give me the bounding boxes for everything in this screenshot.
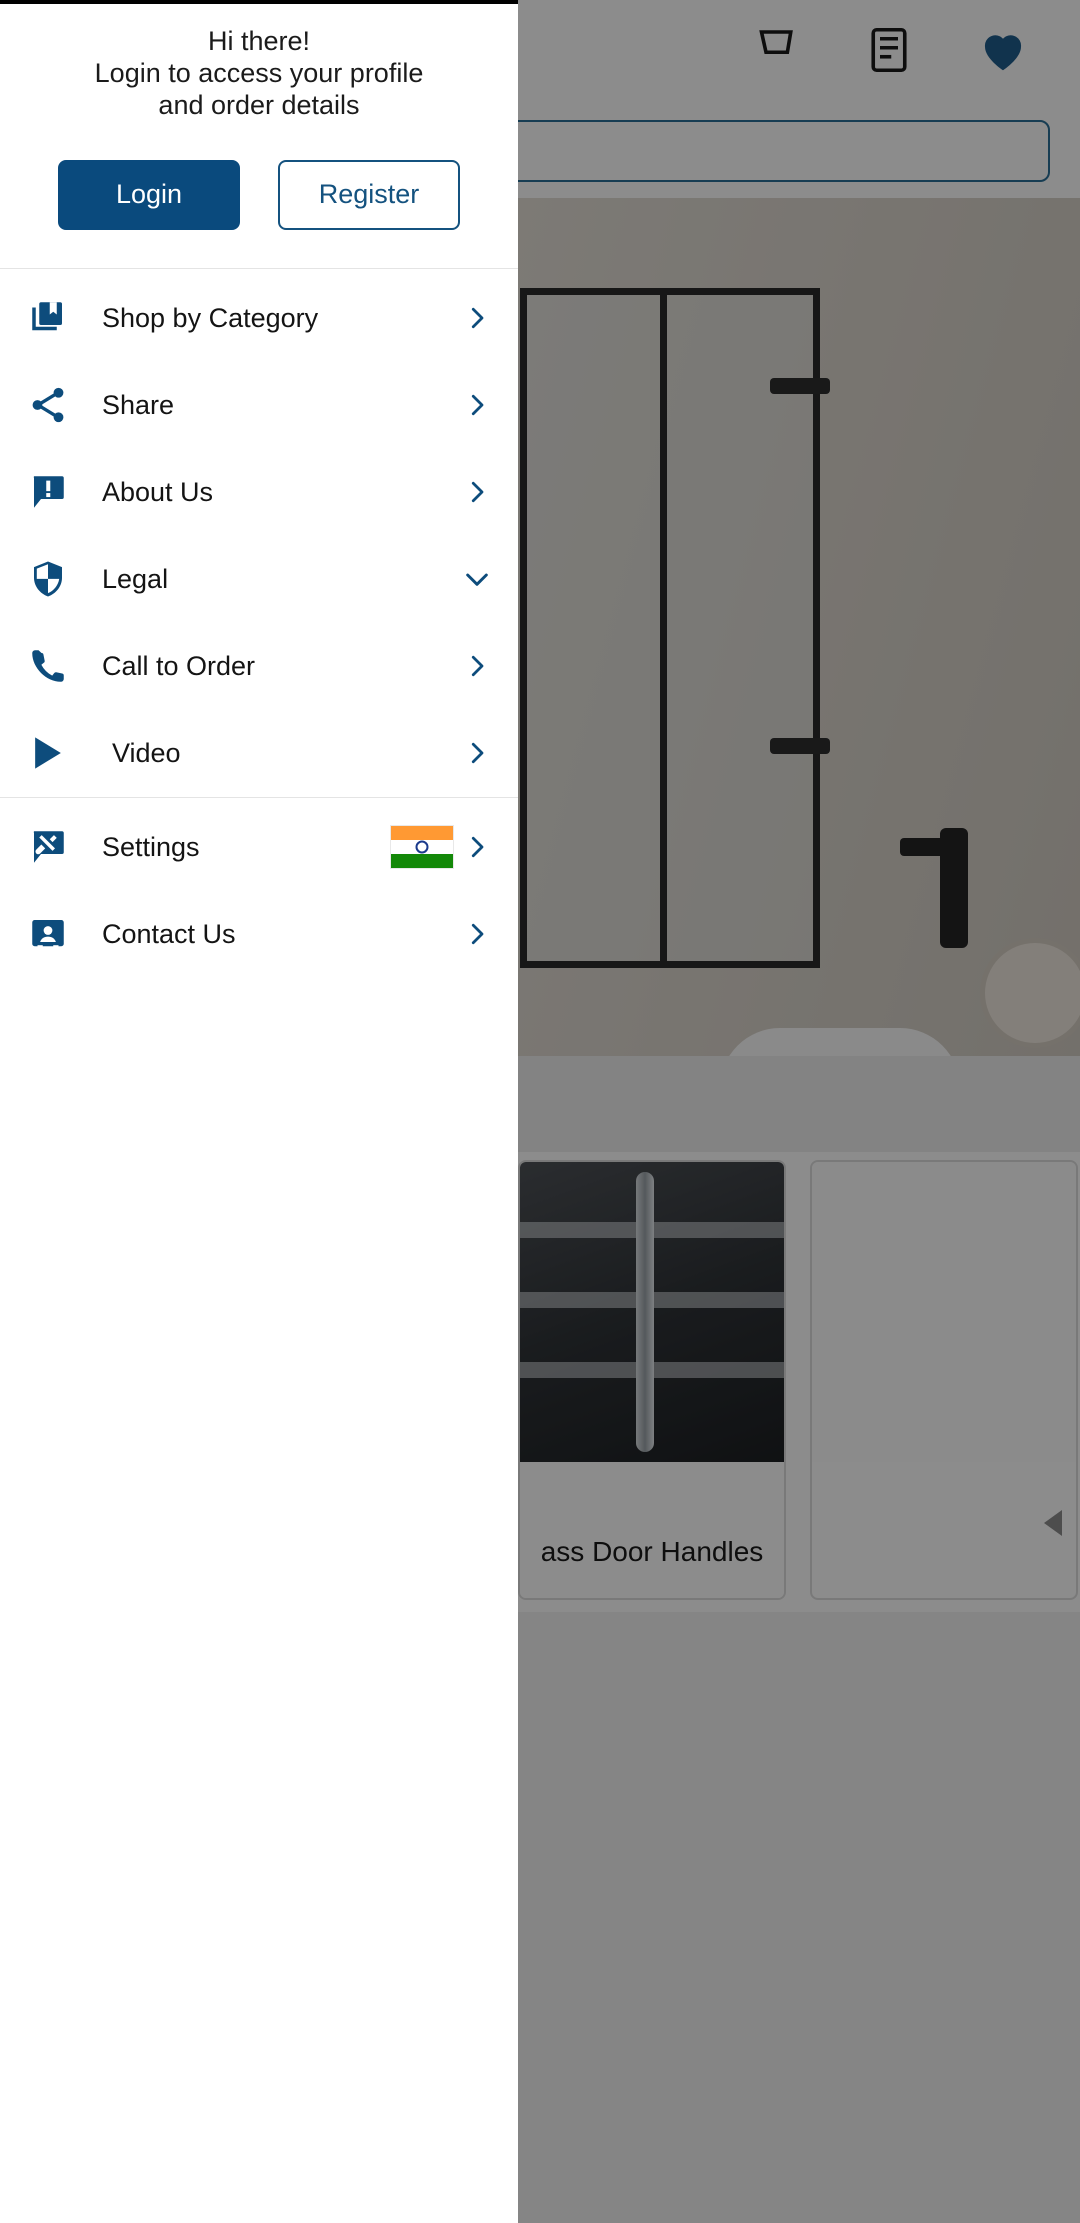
menu-item-label: Share <box>102 389 175 420</box>
login-button[interactable]: Login <box>58 159 240 230</box>
phone-icon <box>26 644 70 688</box>
share-icon <box>26 383 70 427</box>
menu-item-label: About Us <box>102 476 214 507</box>
settings-bubble-icon <box>26 825 70 869</box>
chevron-down-icon[interactable] <box>460 562 494 596</box>
chevron-right-icon[interactable] <box>460 830 494 864</box>
drawer-header: Hi there! Login to access your profile a… <box>0 4 518 268</box>
register-button[interactable]: Register <box>278 159 460 230</box>
menu-item-label: Legal <box>102 563 169 594</box>
drawer-menu-secondary: Settings Contact Us <box>0 798 518 978</box>
menu-item-label: Settings <box>102 831 200 862</box>
menu-item-about-us[interactable]: About Us <box>0 449 518 536</box>
auth-button-row: Login Register <box>0 159 518 268</box>
library-book-icon <box>26 296 70 340</box>
play-icon <box>26 731 70 775</box>
menu-item-call-to-order[interactable]: Call to Order <box>0 623 518 710</box>
chevron-right-icon[interactable] <box>460 649 494 683</box>
drawer-menu-primary: Shop by Category Share About Us Legal Ca… <box>0 269 518 797</box>
contact-card-icon <box>26 912 70 956</box>
greeting-line-2: Login to access your profile <box>94 57 424 88</box>
menu-item-label: Call to Order <box>102 650 256 681</box>
menu-item-label: Video <box>112 737 181 768</box>
greeting-line-3: and order details <box>158 89 360 120</box>
chevron-right-icon[interactable] <box>460 917 494 951</box>
menu-item-label: Contact Us <box>102 918 236 949</box>
navigation-drawer: Hi there! Login to access your profile a… <box>0 0 518 2223</box>
menu-item-shop-by-category[interactable]: Shop by Category <box>0 275 518 362</box>
chevron-right-icon[interactable] <box>460 388 494 422</box>
chevron-right-icon[interactable] <box>460 736 494 770</box>
menu-item-legal[interactable]: Legal <box>0 536 518 623</box>
menu-item-video[interactable]: Video <box>0 710 518 797</box>
menu-item-contact-us[interactable]: Contact Us <box>0 891 518 978</box>
shield-icon <box>26 557 70 601</box>
menu-item-label: Shop by Category <box>102 302 319 333</box>
info-bubble-icon <box>26 470 70 514</box>
chevron-right-icon[interactable] <box>460 475 494 509</box>
menu-item-settings[interactable]: Settings <box>0 804 518 891</box>
greeting-line-1: Hi there! <box>207 26 311 56</box>
india-flag-icon[interactable] <box>390 825 454 870</box>
chevron-right-icon[interactable] <box>460 301 494 335</box>
menu-item-share[interactable]: Share <box>0 362 518 449</box>
